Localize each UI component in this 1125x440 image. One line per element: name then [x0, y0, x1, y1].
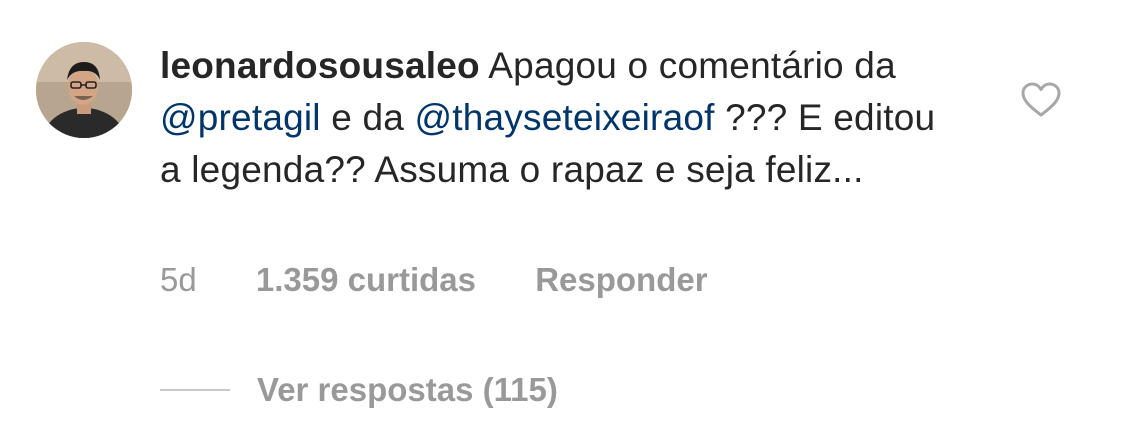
avatar[interactable] — [36, 42, 132, 138]
view-replies-button[interactable]: Ver respostas (115) — [257, 368, 558, 412]
reply-button[interactable]: Responder — [535, 261, 707, 298]
like-comment-button[interactable] — [1021, 82, 1061, 118]
comment-username[interactable]: leonardosousaleo — [160, 45, 480, 86]
comment-text: leonardosousaleo Apagou o comentário da … — [160, 40, 960, 196]
comment-text-part: Apagou o comentário da — [488, 45, 896, 86]
avatar-photo — [36, 42, 132, 138]
mention-link[interactable]: @thayseteixeiraof — [415, 97, 715, 138]
heart-outline-icon — [1021, 82, 1061, 117]
comment-meta: 5d 1.359 curtidas Responder — [160, 258, 708, 302]
likes-count-link[interactable]: 1.359 curtidas — [256, 261, 476, 298]
mention-link[interactable]: @pretagil — [160, 97, 321, 138]
replies-divider — [160, 389, 230, 391]
comment-text-part: e da — [320, 97, 415, 138]
comment-timestamp: 5d — [160, 261, 197, 298]
